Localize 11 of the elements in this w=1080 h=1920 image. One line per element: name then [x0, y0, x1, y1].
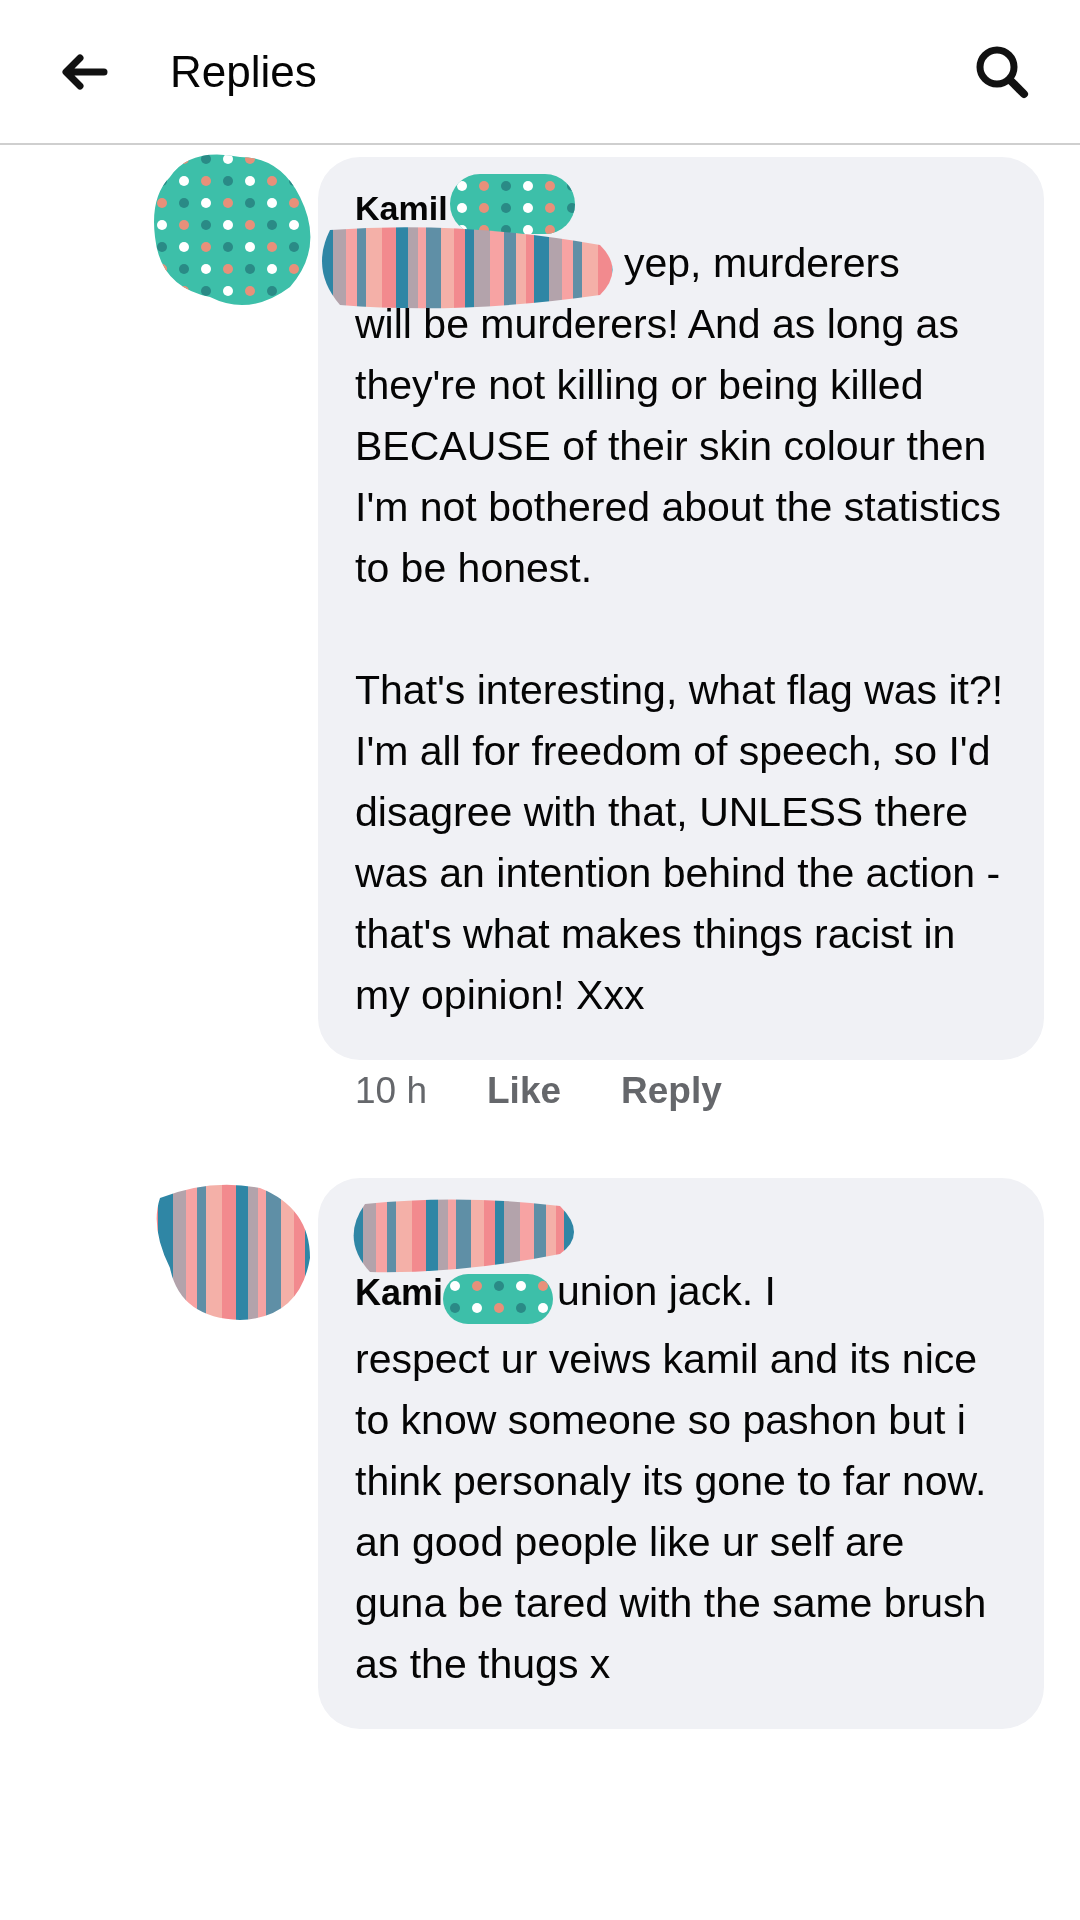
timestamp: 10 h — [355, 1070, 427, 1112]
reply-link[interactable]: Reply — [621, 1070, 722, 1112]
comment-text: union jack. I — [557, 1268, 776, 1315]
comment-text: That's interesting, what flag was it?! I'm all for freedom of speech, so I'd disagree with that, UNLESS there was an intention behind the action - that's what makes things racist in my opinion! Xxx — [355, 666, 1005, 1020]
page-title: Replies — [170, 46, 318, 97]
comment-text: respect ur veiws kamil and its nice to know someone so pashon but i think personaly its gone to far now. an good people like ur self are guna be tared with the same brush as the thugs x — [355, 1335, 988, 1689]
author-name[interactable]: Kami — [355, 1272, 444, 1314]
comment-text: yep, murderers — [624, 240, 900, 287]
author-name[interactable]: Kamil — [355, 188, 448, 228]
comment-text: will be murderers! And as long as they're not killing or being killed BECAUSE of their skin colour then I'm not bothered about the statistics to be honest. — [355, 300, 1002, 593]
like-link[interactable]: Like — [487, 1070, 562, 1112]
